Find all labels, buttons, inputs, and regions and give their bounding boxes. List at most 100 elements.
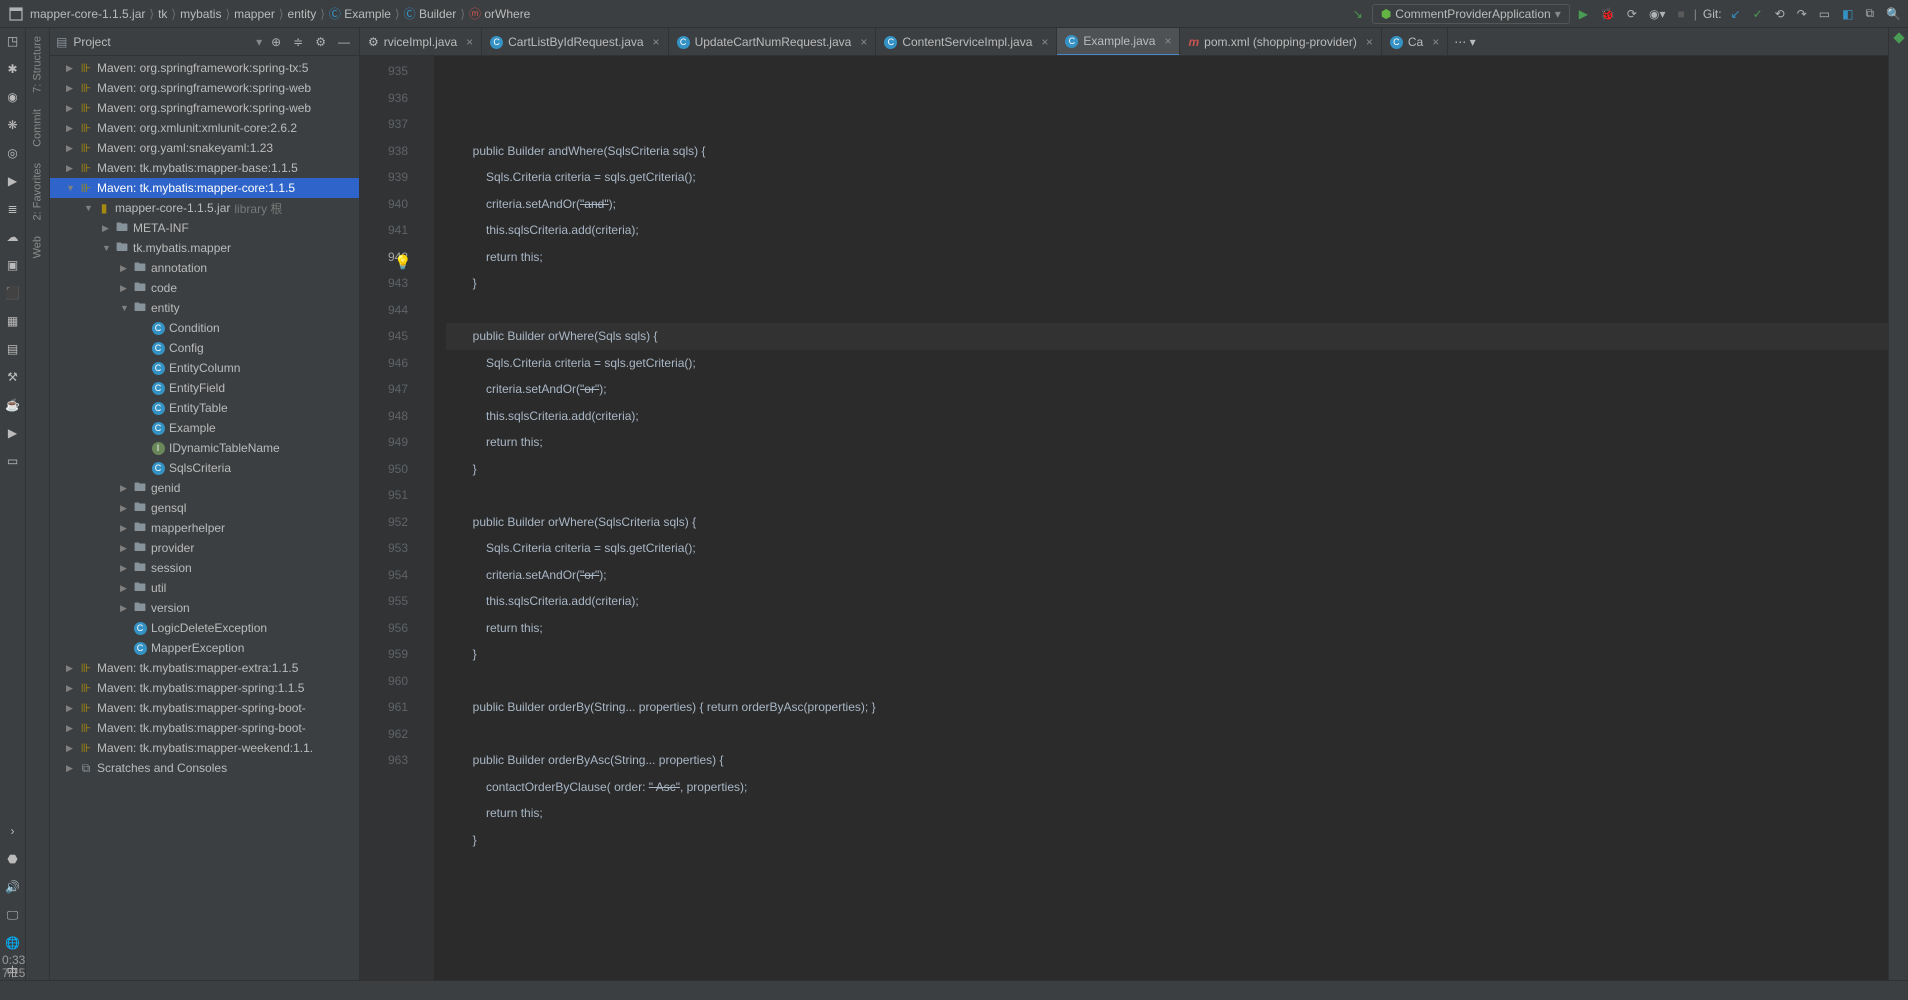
- code-line[interactable]: [446, 482, 1888, 509]
- tree-arrow-icon[interactable]: ▼: [84, 203, 96, 213]
- globe-icon[interactable]: 🌐: [4, 934, 22, 952]
- console-icon[interactable]: ▤: [4, 340, 22, 358]
- code-editor[interactable]: 9359369379389399409419429439449459469479…: [360, 56, 1888, 980]
- debug-icon[interactable]: 🐞: [1597, 7, 1618, 21]
- code-line[interactable]: Sqls.Criteria criteria = sqls.getCriteri…: [446, 164, 1888, 191]
- code-line[interactable]: criteria.setAndOr("and");: [446, 191, 1888, 218]
- code-area[interactable]: 💡 public Builder andWhere(SqlsCriteria s…: [434, 56, 1888, 980]
- play-icon[interactable]: ▶: [4, 172, 22, 190]
- view-mode-dropdown[interactable]: ▾: [256, 35, 262, 49]
- coverage-icon[interactable]: ⟳: [1624, 7, 1640, 21]
- tree-arrow-icon[interactable]: ▶: [66, 703, 78, 714]
- chevron-right-icon[interactable]: ›: [4, 822, 22, 840]
- code-line[interactable]: criteria.setAndOr("or");: [446, 376, 1888, 403]
- project-tree[interactable]: ▶⊪Maven: org.springframework:spring-tx:5…: [50, 56, 359, 980]
- tree-node[interactable]: CConfig: [50, 338, 359, 358]
- close-icon[interactable]: ×: [653, 35, 660, 49]
- tree-node[interactable]: CEntityColumn: [50, 358, 359, 378]
- tree-node[interactable]: CEntityTable: [50, 398, 359, 418]
- tree-arrow-icon[interactable]: ▶: [66, 143, 78, 154]
- code-line[interactable]: }: [446, 641, 1888, 668]
- stop-icon[interactable]: ■: [1674, 7, 1687, 21]
- close-icon[interactable]: ×: [1366, 35, 1373, 49]
- editor-tab[interactable]: CCa×: [1382, 28, 1448, 56]
- editor-tab[interactable]: CUpdateCartNumRequest.java×: [669, 28, 877, 56]
- code-line[interactable]: public Builder orderByAsc(String... prop…: [446, 747, 1888, 774]
- tree-node[interactable]: ▶⊪Maven: org.springframework:spring-web: [50, 98, 359, 118]
- tree-node[interactable]: ▶🖿mapperhelper: [50, 518, 359, 538]
- tree-node[interactable]: IIDynamicTableName: [50, 438, 359, 458]
- project-label[interactable]: Project: [73, 35, 250, 49]
- tree-arrow-icon[interactable]: ▶: [102, 223, 114, 234]
- tree-node[interactable]: ▶⊪Maven: tk.mybatis:mapper-spring:1.1.5: [50, 678, 359, 698]
- bug-icon[interactable]: ✱: [4, 60, 22, 78]
- code-line[interactable]: }: [446, 827, 1888, 854]
- tree-node[interactable]: ▼🖿entity: [50, 298, 359, 318]
- tree-node[interactable]: CEntityField: [50, 378, 359, 398]
- tree-arrow-icon[interactable]: ▶: [66, 63, 78, 74]
- code-line[interactable]: [446, 668, 1888, 695]
- tree-node[interactable]: ▶⊪Maven: tk.mybatis:mapper-spring-boot-: [50, 698, 359, 718]
- close-icon[interactable]: ×: [466, 35, 473, 49]
- tree-arrow-icon[interactable]: ▶: [120, 563, 132, 574]
- code-line[interactable]: return this;: [446, 429, 1888, 456]
- tree-node[interactable]: ▼⊪Maven: tk.mybatis:mapper-core:1.1.5: [50, 178, 359, 198]
- code-line[interactable]: [446, 721, 1888, 748]
- code-line[interactable]: criteria.setAndOr("or");: [446, 562, 1888, 589]
- breadcrumb-item[interactable]: mybatis: [178, 7, 223, 21]
- tree-node[interactable]: ▶🖿code: [50, 278, 359, 298]
- tabs-overflow[interactable]: ⋯ ▾: [1448, 35, 1481, 49]
- tree-arrow-icon[interactable]: ▼: [66, 183, 78, 193]
- java-icon[interactable]: ☕: [4, 396, 22, 414]
- tool-tab-commit[interactable]: Commit: [26, 101, 49, 155]
- tree-node[interactable]: ▶⊪Maven: tk.mybatis:mapper-spring-boot-: [50, 718, 359, 738]
- close-icon[interactable]: ×: [1164, 34, 1171, 48]
- breadcrumb-item[interactable]: entity: [286, 7, 319, 21]
- code-line[interactable]: public Builder orderBy(String... propert…: [446, 694, 1888, 721]
- ij-icon[interactable]: ◳: [4, 32, 22, 50]
- code-line[interactable]: contactOrderByClause( order: " Asc", pro…: [446, 774, 1888, 801]
- tree-arrow-icon[interactable]: ▶: [66, 723, 78, 734]
- tree-arrow-icon[interactable]: ▶: [66, 83, 78, 94]
- git-revert-icon[interactable]: ↷: [1794, 7, 1810, 21]
- tree-node[interactable]: ▶⊪Maven: org.springframework:spring-tx:5: [50, 58, 359, 78]
- fold-column[interactable]: [416, 56, 434, 980]
- terminal-icon[interactable]: ▣: [4, 256, 22, 274]
- tree-node[interactable]: ▶⊪Maven: tk.mybatis:mapper-base:1.1.5: [50, 158, 359, 178]
- grid-icon[interactable]: ▦: [4, 312, 22, 330]
- tree-node[interactable]: ▶🖿version: [50, 598, 359, 618]
- chrome-icon[interactable]: ◎: [4, 144, 22, 162]
- code-line[interactable]: return this;: [446, 615, 1888, 642]
- close-icon[interactable]: ×: [860, 35, 867, 49]
- tree-arrow-icon[interactable]: ▶: [120, 583, 132, 594]
- code-line[interactable]: return this;: [446, 244, 1888, 271]
- wechat-icon[interactable]: ◉: [4, 88, 22, 106]
- tree-node[interactable]: CMapperException: [50, 638, 359, 658]
- monitor-icon[interactable]: 🖵: [4, 906, 22, 924]
- pdf-icon[interactable]: ⬛: [4, 284, 22, 302]
- speaker-icon[interactable]: 🔊: [4, 878, 22, 896]
- code-line[interactable]: Sqls.Criteria criteria = sqls.getCriteri…: [446, 535, 1888, 562]
- tool-tab-favorites[interactable]: 2: Favorites: [26, 155, 49, 228]
- close-icon[interactable]: ×: [1432, 35, 1439, 49]
- tree-arrow-icon[interactable]: ▶: [120, 263, 132, 274]
- git-history-icon[interactable]: ⟲: [1772, 7, 1788, 21]
- code-line[interactable]: return this;: [446, 800, 1888, 827]
- hide-icon[interactable]: —: [335, 35, 353, 49]
- tool-tab-structure[interactable]: 7: Structure: [26, 28, 49, 101]
- code-line[interactable]: this.sqlsCriteria.add(criteria);: [446, 217, 1888, 244]
- spring-icon[interactable]: ❋: [4, 116, 22, 134]
- profiler-icon[interactable]: ◉▾: [1646, 7, 1669, 21]
- intention-bulb-icon[interactable]: 💡: [394, 249, 411, 276]
- git-commit-icon[interactable]: ✓: [1750, 7, 1766, 21]
- tree-node[interactable]: CExample: [50, 418, 359, 438]
- code-line[interactable]: public Builder orWhere(Sqls sqls) {: [446, 323, 1888, 350]
- tree-arrow-icon[interactable]: ▶: [120, 603, 132, 614]
- tree-node[interactable]: ▶🖿util: [50, 578, 359, 598]
- tree-node[interactable]: ▶🖿provider: [50, 538, 359, 558]
- tree-arrow-icon[interactable]: ▶: [66, 743, 78, 754]
- breadcrumb-item[interactable]: mapper-core-1.1.5.jar: [28, 7, 147, 21]
- tree-arrow-icon[interactable]: ▶: [120, 543, 132, 554]
- search-icon[interactable]: 🔍: [1883, 7, 1904, 21]
- editor-tab[interactable]: mpom.xml (shopping-provider)×: [1180, 28, 1381, 56]
